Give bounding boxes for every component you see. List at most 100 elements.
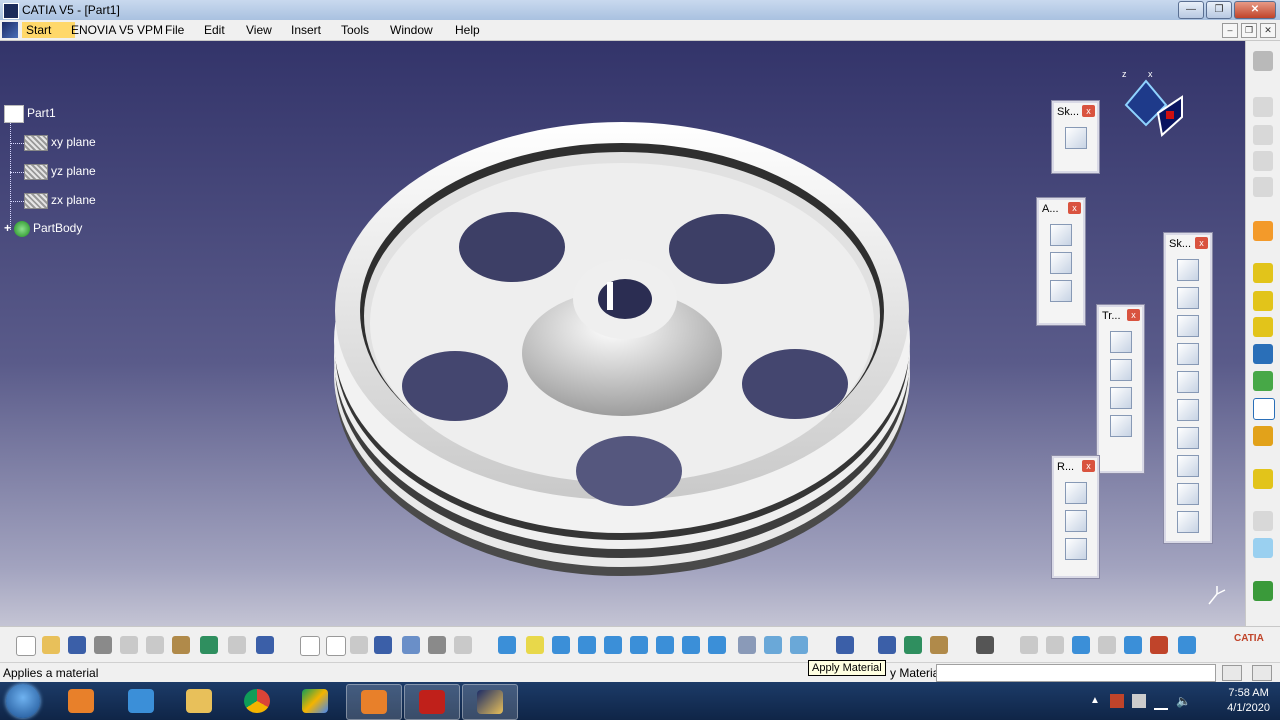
doc-close-button[interactable]: ✕ — [1260, 23, 1276, 38]
tool-icon[interactable] — [1253, 151, 1273, 171]
rotate-icon[interactable] — [578, 636, 596, 654]
3d-viewport[interactable]: Part1 xy plane yz plane zx plane + PartBo… — [0, 41, 1245, 626]
menu-enovia[interactable]: ENOVIA V5 VPM — [71, 23, 163, 37]
panel-sketcher[interactable]: Sk... x — [1052, 101, 1099, 173]
swap-space-icon[interactable] — [790, 636, 808, 654]
feature-icon[interactable] — [1253, 469, 1273, 489]
close-icon[interactable]: x — [1127, 309, 1140, 321]
taskbar-chrome[interactable] — [230, 684, 284, 718]
menu-tools[interactable]: Tools — [341, 23, 369, 37]
close-button[interactable]: ✕ — [1234, 1, 1276, 19]
line-icon[interactable] — [1064, 510, 1087, 532]
pattern-icon[interactable] — [1109, 387, 1132, 409]
tool-icon[interactable] — [454, 636, 472, 654]
select-arrow-icon[interactable] — [1253, 221, 1273, 241]
measure-inertia-icon[interactable] — [930, 636, 948, 654]
feature-icon[interactable] — [1253, 263, 1273, 283]
rib-icon[interactable] — [1177, 399, 1199, 421]
flag-note-icon[interactable] — [1050, 252, 1072, 274]
taskbar-explorer[interactable] — [172, 684, 226, 718]
3d-annotation-icon[interactable] — [1050, 280, 1072, 302]
close-icon[interactable]: x — [1082, 105, 1095, 117]
status-button[interactable] — [1222, 665, 1242, 681]
tool-icon[interactable] — [1124, 636, 1142, 654]
slot-icon[interactable] — [1177, 427, 1199, 449]
close-icon[interactable]: x — [1068, 202, 1081, 214]
catia-menu-icon[interactable] — [2, 22, 18, 38]
whats-this-icon[interactable] — [256, 636, 274, 654]
menu-view[interactable]: View — [246, 23, 272, 37]
remove-loft-icon[interactable] — [1177, 511, 1199, 533]
taskbar-catia[interactable] — [462, 684, 518, 720]
feature-icon[interactable] — [1253, 426, 1273, 446]
camera-icon[interactable] — [976, 636, 994, 654]
network-icon[interactable] — [1154, 696, 1168, 710]
taskbar-media-player[interactable] — [54, 684, 108, 718]
hide-show-icon[interactable] — [764, 636, 782, 654]
tool-icon[interactable] — [350, 636, 368, 654]
tool-icon[interactable] — [1253, 125, 1273, 145]
taskbar-drive[interactable] — [288, 684, 342, 718]
copy-icon[interactable] — [146, 636, 164, 654]
menu-file[interactable]: File — [165, 23, 184, 37]
tool-icon[interactable] — [402, 636, 420, 654]
volume-icon[interactable]: 🔈 — [1176, 694, 1191, 708]
close-icon[interactable]: x — [1082, 460, 1095, 472]
feature-icon[interactable] — [1253, 371, 1273, 391]
target-icon[interactable] — [1253, 398, 1275, 420]
apply-material-icon[interactable] — [836, 636, 854, 654]
shading-icon[interactable] — [738, 636, 756, 654]
tray-expand-icon[interactable]: ▲ — [1090, 695, 1100, 706]
paste-icon[interactable] — [172, 636, 190, 654]
tray-icon[interactable] — [1132, 694, 1146, 708]
tool-icon[interactable] — [1253, 97, 1273, 117]
hole-icon[interactable] — [1177, 371, 1199, 393]
tool-icon[interactable] — [1253, 177, 1273, 197]
taskbar-app[interactable] — [114, 684, 168, 718]
groove-icon[interactable] — [1177, 343, 1199, 365]
taskbar-acrobat[interactable] — [404, 684, 460, 720]
table-icon[interactable] — [374, 636, 392, 654]
pocket-icon[interactable] — [1177, 287, 1199, 309]
zoom-in-icon[interactable] — [604, 636, 622, 654]
mirror-icon[interactable] — [1109, 359, 1132, 381]
tool-icon[interactable] — [428, 636, 446, 654]
point-icon[interactable] — [1064, 482, 1087, 504]
command-input[interactable] — [936, 664, 1216, 682]
panel-sketch-based[interactable]: Sk... x — [1164, 233, 1212, 543]
clock[interactable]: 7:58 AM 4/1/2020 — [1227, 686, 1270, 716]
print-icon[interactable] — [94, 636, 112, 654]
panel-annotations[interactable]: A... x — [1037, 198, 1085, 325]
translation-icon[interactable] — [1109, 331, 1132, 353]
formula-icon[interactable] — [300, 636, 320, 656]
minimize-button[interactable]: — — [1178, 1, 1204, 19]
doc-minimize-button[interactable]: – — [1222, 23, 1238, 38]
action-center-icon[interactable] — [1110, 694, 1124, 708]
fit-all-icon[interactable] — [526, 636, 544, 654]
text-annotation-icon[interactable] — [1050, 224, 1072, 246]
feature-icon[interactable] — [1253, 344, 1273, 364]
tool-icon[interactable] — [1046, 636, 1064, 654]
save-icon[interactable] — [68, 636, 86, 654]
stiffener-icon[interactable] — [1177, 455, 1199, 477]
settings-icon[interactable] — [1253, 51, 1273, 71]
zoom-out-icon[interactable] — [630, 636, 648, 654]
tool-icon[interactable] — [1253, 581, 1273, 601]
fly-icon[interactable] — [498, 636, 516, 654]
menu-edit[interactable]: Edit — [204, 23, 225, 37]
panel-transformations[interactable]: Tr... x — [1097, 305, 1144, 473]
panel-reference[interactable]: R... x — [1052, 456, 1099, 578]
status-button[interactable] — [1252, 665, 1272, 681]
compass-icon[interactable]: z x — [1118, 67, 1188, 137]
tool-icon[interactable] — [1150, 636, 1168, 654]
close-icon[interactable]: x — [1195, 237, 1208, 249]
tool-icon[interactable] — [1178, 636, 1196, 654]
redo-icon[interactable] — [228, 636, 246, 654]
restore-button[interactable]: ❐ — [1206, 1, 1232, 19]
undo-icon[interactable] — [200, 636, 218, 654]
iso-view-icon[interactable] — [708, 636, 726, 654]
doc-restore-button[interactable]: ❐ — [1241, 23, 1257, 38]
menu-window[interactable]: Window — [390, 23, 433, 37]
cut-icon[interactable] — [120, 636, 138, 654]
comment-icon[interactable] — [326, 636, 346, 656]
